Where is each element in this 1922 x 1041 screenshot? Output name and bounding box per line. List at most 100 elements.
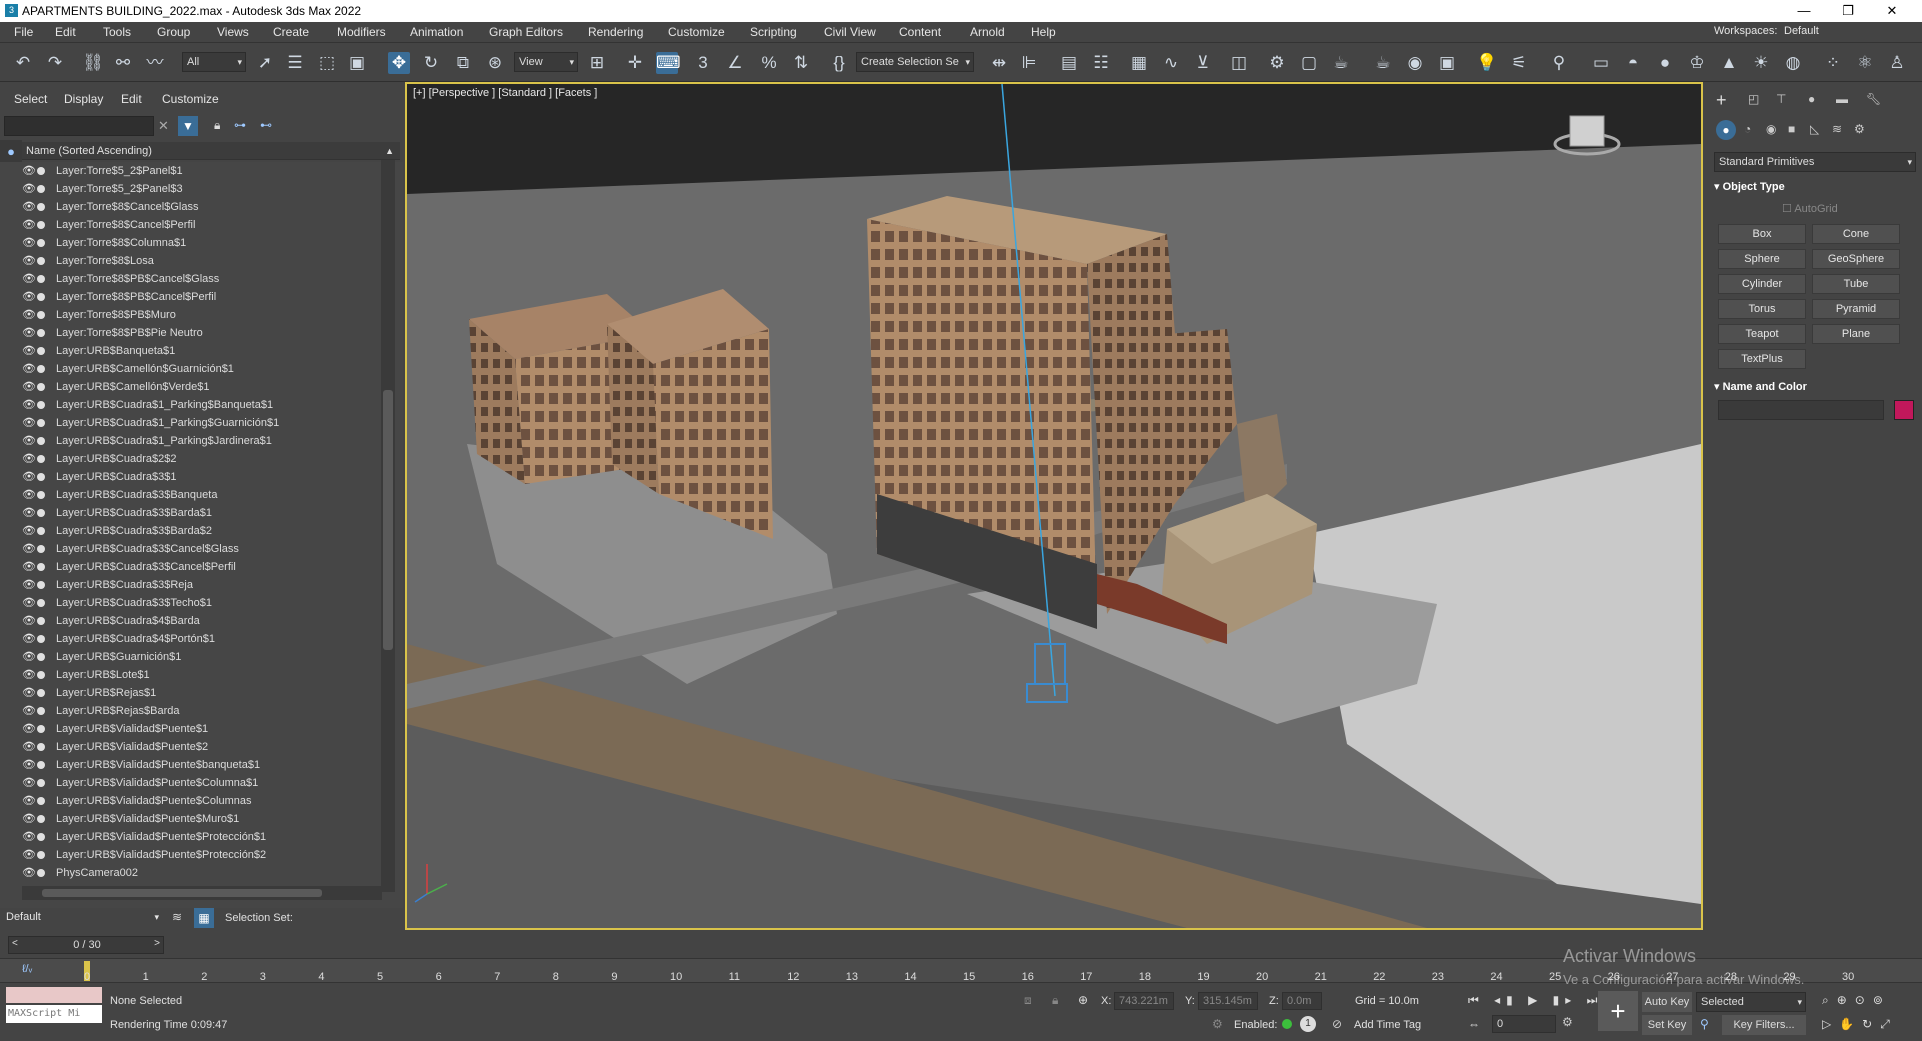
menu-animation[interactable]: Animation [410,25,463,39]
visibility-eye-icon[interactable]: 👁︎ [22,846,36,864]
list-item[interactable]: 👁︎ Layer:URB$Vialidad$Puente$Protección$2 [0,846,403,864]
freeze-dot-icon[interactable] [37,635,45,643]
list-item[interactable]: 👁︎ Layer:URB$Cuadra$3$Barda$2 [0,522,403,540]
set-key-button[interactable]: Set Key [1642,1015,1692,1035]
visibility-eye-icon[interactable]: 👁︎ [22,630,36,648]
adaptive-degradation-icon[interactable]: ⚙ [1212,1017,1223,1031]
visibility-eye-icon[interactable]: 👁︎ [22,396,36,414]
freeze-dot-icon[interactable] [37,257,45,265]
info-icon[interactable]: 1 [1300,1016,1316,1032]
render-setup-icon[interactable]: ⚙ [1266,52,1288,74]
list-item[interactable]: 👁︎ Layer:Torre$8$PB$Cancel$Glass [0,270,403,288]
modify-panel-icon[interactable]: ◰ [1748,92,1759,106]
list-item[interactable]: 👁︎ Layer:Torre$8$Columna$1 [0,234,403,252]
visibility-eye-icon[interactable]: 👁︎ [22,684,36,702]
layer-dropdown[interactable]: Default [2,908,162,928]
visibility-eye-icon[interactable]: 👁︎ [22,486,36,504]
freeze-dot-icon[interactable] [37,869,45,877]
menu-create[interactable]: Create [273,25,309,39]
unlink-icon[interactable]: ⚯ [112,52,134,74]
list-item[interactable]: 👁︎ Layer:URB$Vialidad$Puente$banqueta$1 [0,756,403,774]
filter-icon[interactable]: ▼ [178,116,198,136]
rotate-icon[interactable]: ↻ [420,52,442,74]
frame-next-icon[interactable]: > [154,938,160,949]
pivot-center-icon[interactable]: ⊞ [586,52,608,74]
autogrid-checkbox[interactable]: ☐ AutoGrid [1782,202,1838,215]
freeze-dot-icon[interactable] [37,239,45,247]
select-by-name-icon[interactable]: ☰ [284,52,306,74]
list-item[interactable]: 👁︎ Layer:URB$Camellón$Guarnición$1 [0,360,403,378]
list-item[interactable]: 👁︎ Layer:URB$Cuadra$3$Banqueta [0,486,403,504]
visibility-eye-icon[interactable]: 👁︎ [22,162,36,180]
list-item[interactable]: 👁︎ Layer:URB$Vialidad$Puente$Columna$1 [0,774,403,792]
list-item[interactable]: 👁︎ Layer:URB$Vialidad$Puente$2 [0,738,403,756]
freeze-dot-icon[interactable] [37,563,45,571]
object-color-swatch[interactable] [1894,400,1914,420]
list-item[interactable]: 👁︎ Layer:URB$Rejas$1 [0,684,403,702]
list-item[interactable]: 👁︎ Layer:Torre$8$PB$Muro [0,306,403,324]
visibility-eye-icon[interactable]: 👁︎ [22,378,36,396]
place-icon[interactable]: ⊛ [484,52,506,74]
visibility-eye-icon[interactable]: 👁︎ [22,270,36,288]
current-frame-field[interactable]: 0 [1492,1015,1556,1033]
list-item[interactable]: 👁︎ Layer:URB$Vialidad$Puente$1 [0,720,403,738]
visibility-eye-icon[interactable]: 👁︎ [22,504,36,522]
skylight-icon[interactable]: ◍ [1782,52,1804,74]
create-panel-icon[interactable]: + [1716,90,1727,111]
list-item[interactable]: 👁︎ Layer:URB$Cuadra$3$Cancel$Perfil [0,558,403,576]
freeze-dot-icon[interactable] [37,545,45,553]
explorer-vertical-scrollbar[interactable] [381,160,395,892]
move-icon[interactable]: ✥ [388,52,410,74]
list-item[interactable]: 👁︎ Layer:Torre$8$Losa [0,252,403,270]
explorer-column-header[interactable]: Name (Sorted Ascending) ▲ [22,142,400,160]
selection-lock-icon[interactable]: 🔒︎ [1052,993,1058,1008]
visibility-eye-icon[interactable]: 👁︎ [22,234,36,252]
freeze-dot-icon[interactable] [37,815,45,823]
visibility-eye-icon[interactable]: 👁︎ [22,810,36,828]
rectangular-selection-icon[interactable]: ⬚ [316,52,338,74]
list-item[interactable]: 👁︎ Layer:URB$Cuadra$1_Parking$Jardinera$1 [0,432,403,450]
select-manipulate-icon[interactable]: ✛ [624,52,646,74]
light-lister-icon[interactable]: ⚟ [1508,52,1530,74]
freeze-dot-icon[interactable] [37,473,45,481]
key-filters-button[interactable]: Key Filters... [1722,1015,1806,1035]
explorer-horizontal-scrollbar[interactable] [22,886,382,900]
hierarchy-panel-icon[interactable]: ⊤ [1776,92,1786,106]
list-item[interactable]: 👁︎ Layer:URB$Cuadra$1_Parking$Guarnición$… [0,414,403,432]
hierarchy-icon[interactable]: ⊶ [234,118,246,132]
visibility-eye-icon[interactable]: 👁︎ [22,198,36,216]
freeze-dot-icon[interactable] [37,221,45,229]
viewport-nav-bottom[interactable]: ▷✋↻⤢ [1822,1017,1898,1032]
civil-view-icon[interactable]: ⚲ [1548,52,1570,74]
named-selection-set-dropdown[interactable]: Create Selection Se [856,52,974,72]
object-type-rollout[interactable]: ▾ Object Type [1714,178,1914,196]
freeze-dot-icon[interactable] [37,833,45,841]
auto-key-button[interactable]: Auto Key [1642,992,1692,1012]
key-mode-dropdown[interactable]: Selected [1696,992,1806,1012]
lights-category-icon[interactable]: ◉ [1766,122,1776,136]
sphere-icon[interactable]: ● [1654,52,1676,74]
freeze-dot-icon[interactable] [37,365,45,373]
freeze-dot-icon[interactable] [37,743,45,751]
visibility-eye-icon[interactable]: 👁︎ [22,432,36,450]
perspective-viewport[interactable]: [+] [Perspective ] [Standard ] [Facets ] [405,82,1703,930]
viewport-nav-top[interactable]: ⌕⊕⊙⊚ [1822,993,1891,1008]
percent-snap-icon[interactable]: % [758,52,780,74]
visibility-eye-icon[interactable]: 👁︎ [22,756,36,774]
cone-button[interactable]: Cone [1812,224,1900,244]
playback-controls[interactable]: ⏮ ◂▮ ▶ ▮▸ ⏭ [1468,993,1603,1008]
geosphere-button[interactable]: GeoSphere [1812,249,1900,269]
key-mode-icon[interactable]: ⇔ [1468,1017,1480,1031]
list-item[interactable]: 👁︎ Layer:URB$Rejas$Barda [0,702,403,720]
spinner-snap-icon[interactable]: ⇅ [790,52,812,74]
curve-editor-icon[interactable]: ∿ [1160,52,1182,74]
hemisphere-icon[interactable]: ◓ [1622,52,1644,74]
menu-customize[interactable]: Customize [668,25,725,39]
menu-group[interactable]: Group [157,25,190,39]
freeze-dot-icon[interactable] [37,761,45,769]
visibility-eye-icon[interactable]: 👁︎ [22,774,36,792]
render-teapot-icon[interactable]: ☕ [1372,52,1394,74]
viewport-label[interactable]: [+] [Perspective ] [Standard ] [Facets ] [413,87,597,99]
z-coordinate-field[interactable]: 0.0m [1282,992,1322,1010]
list-item[interactable]: 👁︎ Layer:URB$Cuadra$3$Barda$1 [0,504,403,522]
